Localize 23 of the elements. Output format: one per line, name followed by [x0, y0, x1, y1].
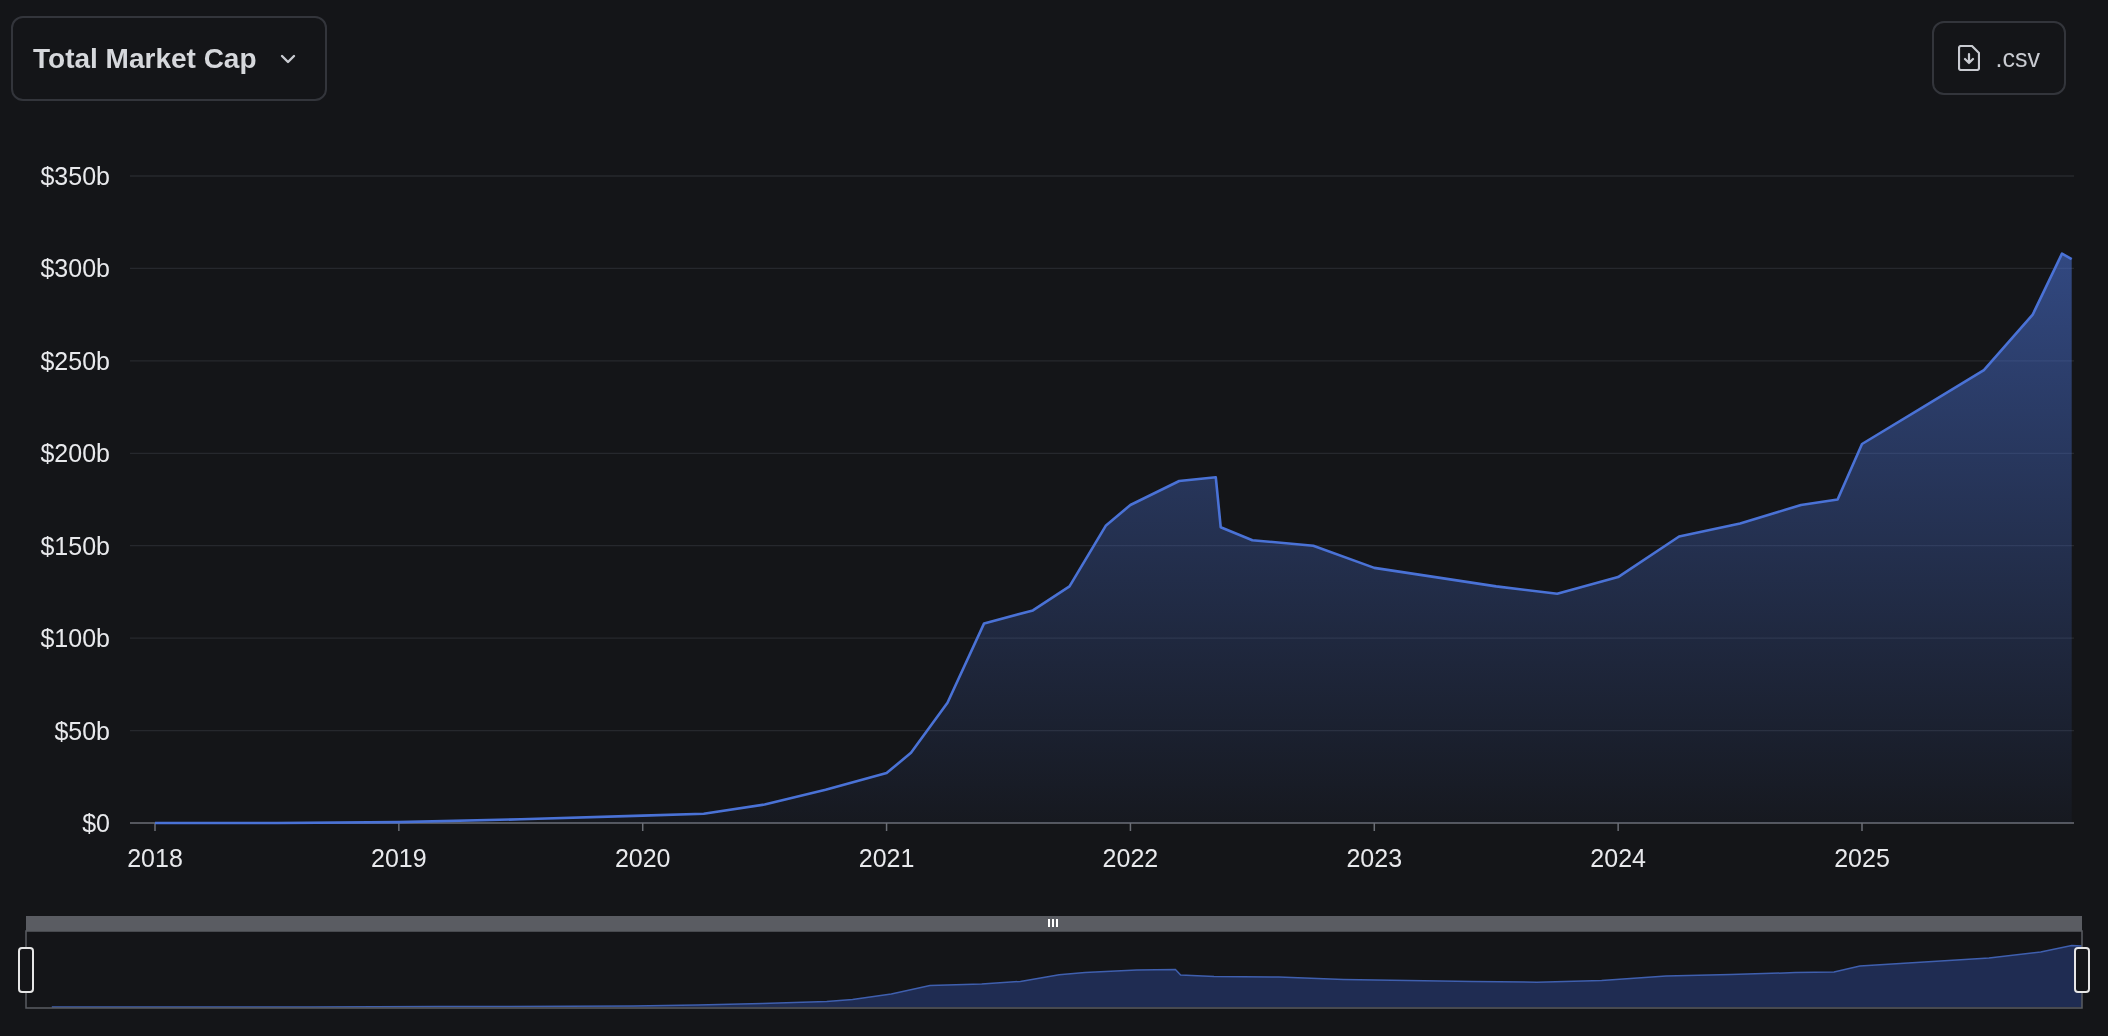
slider-handle[interactable]	[18, 947, 34, 993]
grip-icon	[1048, 919, 1058, 927]
y-axis-label: $150b	[40, 531, 110, 560]
y-axis-label: $100b	[40, 624, 110, 653]
y-axis-label: $350b	[40, 162, 110, 190]
x-axis-label: 2018	[127, 844, 183, 872]
download-csv-button[interactable]: .csv	[1931, 21, 2066, 95]
x-axis-label: 2019	[371, 844, 427, 872]
x-axis-label: 2023	[1346, 844, 1403, 872]
y-axis-label: $250b	[40, 346, 110, 375]
file-download-icon	[1957, 45, 1980, 71]
x-axis-label: 2020	[614, 844, 671, 872]
x-axis-label: 2021	[858, 844, 915, 872]
y-axis-label: $0	[82, 809, 110, 837]
x-axis-label: 2024	[1590, 844, 1646, 872]
caret-icon	[278, 52, 297, 65]
y-axis-label: $50b	[54, 716, 110, 745]
metric-dropdown[interactable]: Total Market Cap	[11, 16, 327, 101]
y-axis-label: $300b	[40, 254, 110, 283]
y-axis-label: $200b	[40, 439, 110, 468]
x-axis-label: 2025	[1834, 844, 1890, 872]
x-axis-label: 2022	[1102, 844, 1159, 872]
slider-handle[interactable]	[2074, 947, 2090, 993]
